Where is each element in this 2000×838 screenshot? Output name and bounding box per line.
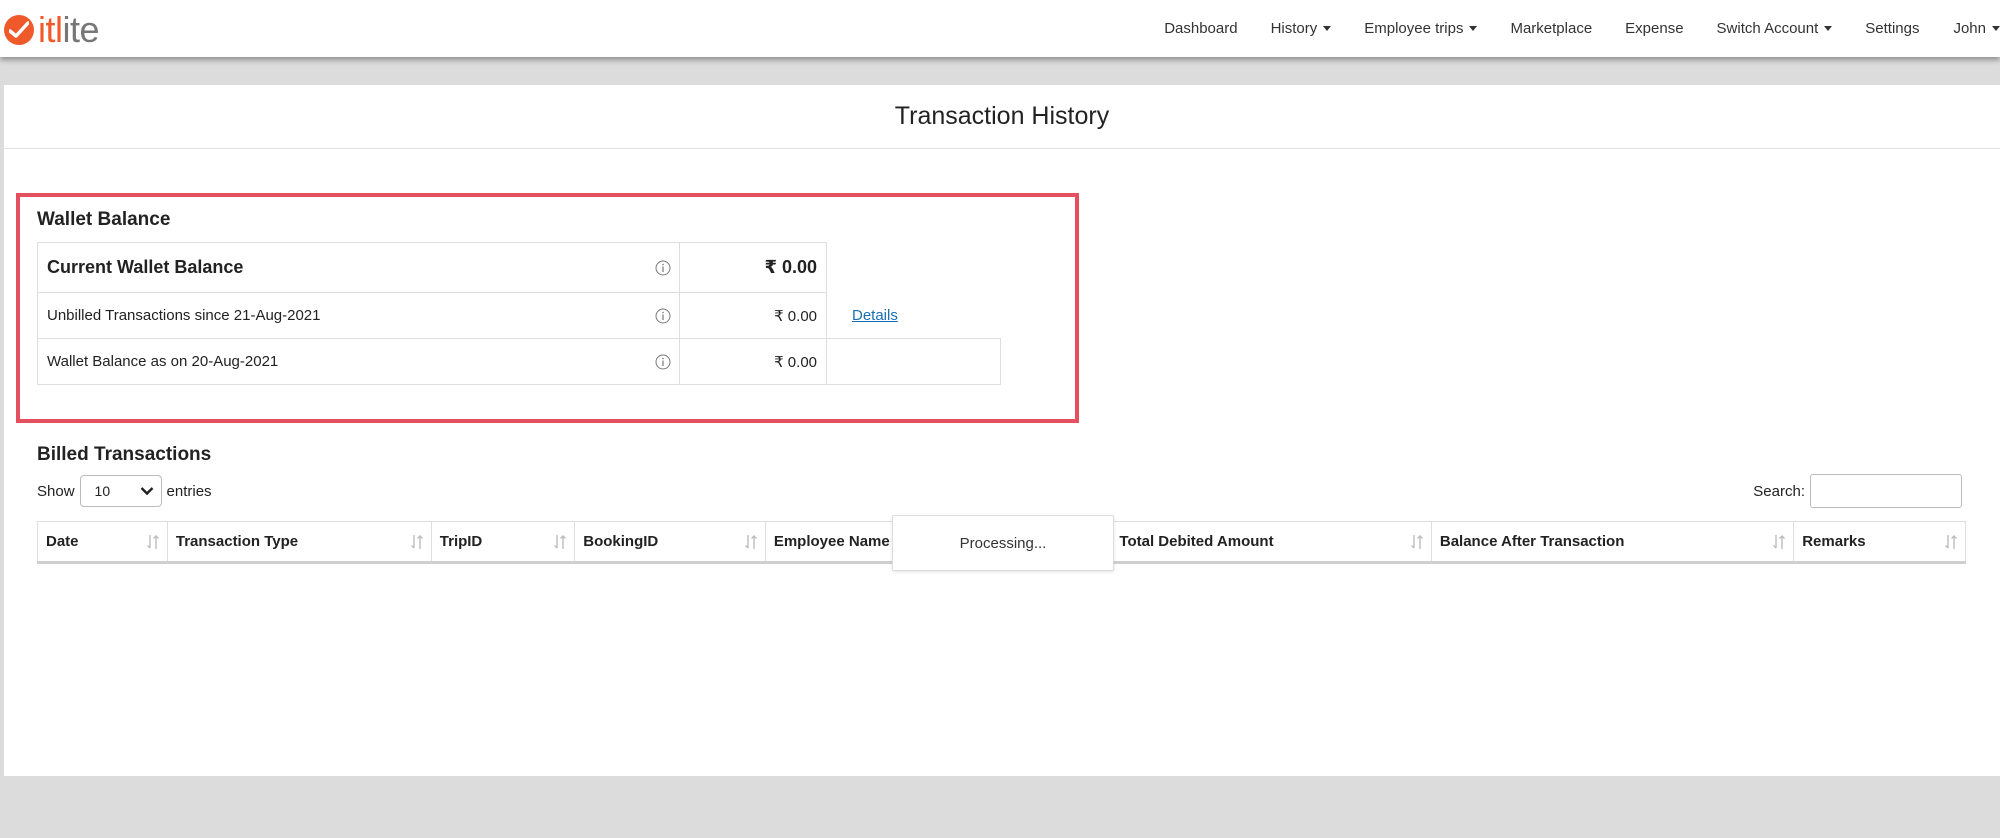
wallet-row-label: Wallet Balance as on 20-Aug-2021 (47, 353, 279, 370)
search-label: Search: (1753, 482, 1805, 500)
caret-down-icon (1992, 26, 2000, 31)
nav-switch-account[interactable]: Switch Account (1717, 20, 1833, 37)
billed-transactions-title: Billed Transactions (37, 444, 212, 465)
wallet-balance-table: Current Wallet Balance ₹ 0.00 Unbilled T… (37, 242, 1001, 385)
wallet-row-label: Current Wallet Balance (47, 257, 244, 277)
itilite-logo[interactable]: itlite (4, 9, 100, 50)
col-transaction-type[interactable]: Transaction Type (166, 521, 432, 563)
sort-icon (410, 534, 423, 549)
col-date[interactable]: Date (37, 521, 168, 563)
logo-plane-icon (4, 15, 34, 45)
col-balance-after-transaction[interactable]: Balance After Transaction (1430, 521, 1795, 563)
logo-text: itlite (38, 9, 100, 50)
panel-header: Transaction History (4, 85, 2000, 149)
sort-icon (1410, 534, 1423, 549)
sort-icon (1773, 534, 1786, 549)
sort-icon (744, 534, 757, 549)
details-link[interactable]: Details (852, 307, 898, 324)
chevron-down-icon (140, 487, 153, 496)
wallet-balance-title: Wallet Balance (37, 209, 171, 230)
search-input[interactable] (1810, 474, 1962, 508)
info-icon[interactable] (655, 308, 671, 324)
nav-dashboard[interactable]: Dashboard (1164, 20, 1237, 37)
sort-icon (146, 534, 159, 549)
nav-history[interactable]: History (1271, 20, 1332, 37)
entries-selected-value: 10 (94, 483, 111, 499)
entries-select[interactable]: 10 (79, 475, 162, 507)
nav-menu: Dashboard History Employee trips Marketp… (1131, 0, 2000, 57)
info-icon[interactable] (655, 354, 671, 370)
wallet-row-amount: ₹ 0.00 (679, 338, 827, 385)
caret-down-icon (1469, 26, 1478, 31)
processing-indicator: Processing... (892, 515, 1114, 571)
info-icon[interactable] (655, 260, 671, 276)
nav-expense[interactable]: Expense (1625, 20, 1683, 37)
wallet-row-current: Current Wallet Balance ₹ 0.00 (37, 242, 1001, 293)
wallet-row-amount: ₹ 0.00 (679, 292, 827, 339)
show-label: Show (37, 482, 75, 500)
caret-down-icon (1323, 26, 1332, 31)
main-panel: Transaction History Wallet Balance Curre… (4, 85, 2000, 776)
col-booking-id[interactable]: BookingID (574, 521, 766, 563)
wallet-row-balance-asof: Wallet Balance as on 20-Aug-2021 ₹ 0.00 (37, 338, 1001, 385)
wallet-row-amount: ₹ 0.00 (679, 242, 827, 293)
col-trip-id[interactable]: TripID (430, 521, 576, 563)
nav-settings[interactable]: Settings (1865, 20, 1919, 37)
wallet-row-label: Unbilled Transactions since 21-Aug-2021 (47, 307, 321, 324)
nav-employee-trips[interactable]: Employee trips (1364, 20, 1478, 37)
nav-user-menu[interactable]: John (1953, 20, 2000, 37)
col-remarks[interactable]: Remarks (1793, 521, 1966, 563)
show-entries-control: Show 10 entries (37, 475, 212, 507)
top-navbar: itlite Dashboard History Employee trips … (0, 0, 2000, 57)
entries-label: entries (166, 482, 212, 500)
sort-icon (554, 534, 567, 549)
caret-down-icon (1824, 26, 1833, 31)
page-title: Transaction History (894, 102, 1110, 130)
nav-marketplace[interactable]: Marketplace (1510, 20, 1592, 37)
sort-icon (1945, 534, 1957, 549)
search-control: Search: (1753, 474, 1962, 508)
col-total-debited-amount[interactable]: Total Debited Amount (1110, 521, 1432, 563)
wallet-row-unbilled: Unbilled Transactions since 21-Aug-2021 … (37, 292, 1001, 339)
